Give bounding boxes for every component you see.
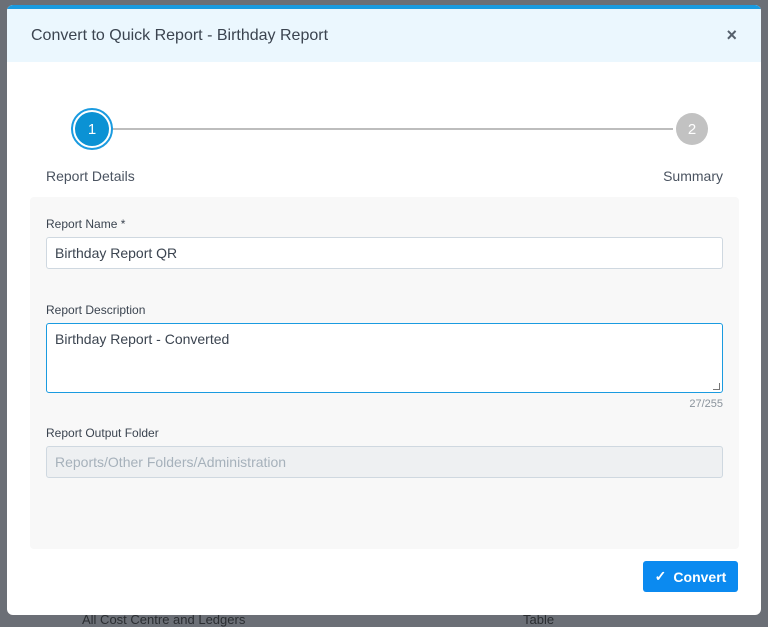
report-description-value: Birthday Report - Converted	[55, 331, 230, 347]
resize-handle[interactable]	[713, 383, 720, 390]
step-2-indicator[interactable]: 2	[676, 113, 708, 145]
step-1-indicator[interactable]: 1	[71, 108, 113, 150]
report-description-label: Report Description	[46, 303, 146, 317]
report-output-folder-input: Reports/Other Folders/Administration	[46, 446, 723, 478]
report-details-form: Report Name * Birthday Report QR Report …	[30, 197, 739, 549]
convert-quick-report-dialog: Convert to Quick Report - Birthday Repor…	[7, 5, 761, 615]
stepper-line	[111, 128, 673, 130]
report-output-folder-label: Report Output Folder	[46, 426, 159, 440]
step-2-label: Summary	[663, 168, 723, 184]
step-1-number: 1	[75, 112, 109, 146]
report-name-input[interactable]: Birthday Report QR	[46, 237, 723, 269]
step-1-label: Report Details	[46, 168, 135, 184]
character-counter: 27/255	[689, 398, 723, 410]
dialog-header: Convert to Quick Report - Birthday Repor…	[7, 5, 761, 62]
dialog-title: Convert to Quick Report - Birthday Repor…	[31, 26, 329, 44]
report-description-textarea[interactable]: Birthday Report - Converted	[46, 323, 723, 393]
convert-label: Convert	[673, 568, 727, 585]
report-name-label: Report Name *	[46, 217, 126, 231]
stepper: 1 2 Report Details Summary	[7, 105, 761, 185]
close-icon[interactable]: ×	[726, 25, 737, 46]
convert-button[interactable]: ✓ Convert	[643, 561, 738, 592]
check-icon: ✓	[654, 568, 667, 584]
